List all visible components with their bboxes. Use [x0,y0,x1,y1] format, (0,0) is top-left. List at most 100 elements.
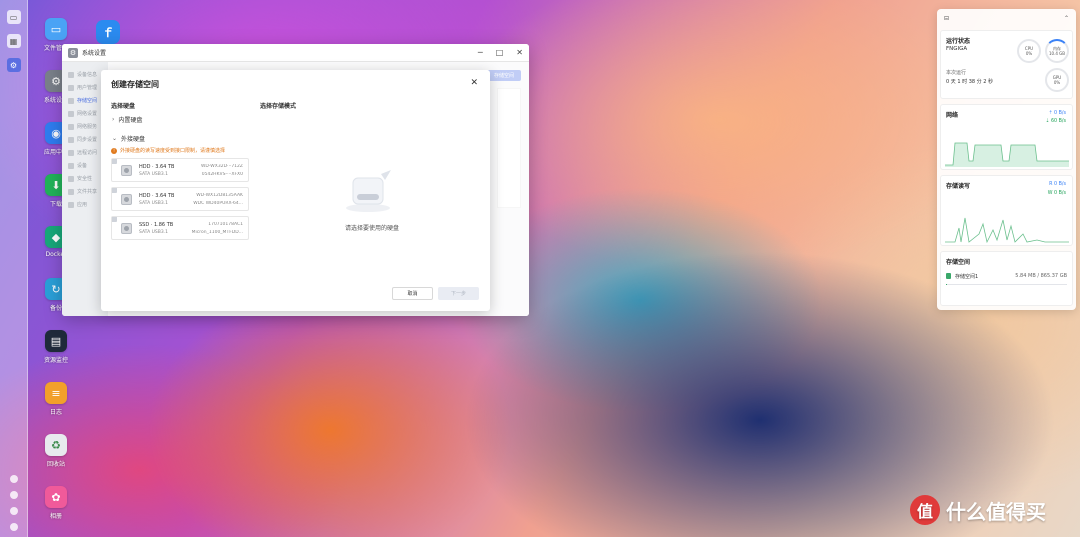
storage-usage-fill [946,283,947,285]
panel-header: ⊟ ⌃ [937,9,1076,27]
memory-gauge: 内存 10.4 GB [1045,39,1069,63]
watermark: 值 什么值得买 [910,495,1046,525]
status-title: 运行状态 [946,38,971,45]
sidebar-item-label: 远程访问 [77,150,98,156]
app-glyph-icon: ≡ [45,382,67,404]
cpu-gauge: CPU 0% [1017,39,1041,63]
gpu-value: 0% [1053,80,1061,85]
sidebar-item-icon [68,71,74,78]
disk-serial: WD-WX12D8135AAK [196,193,243,198]
sidebar-item-icon [68,201,74,208]
sidebar-item-icon [68,97,74,104]
disk-card[interactable]: SSD · 1.86 TB SATA USB3.1 170710178AC1 Micr… [111,216,249,240]
create-storage-dialog: 创建存储空间 ✕ 选择硬盘 选择存储模式 › 内置硬盘 ⌄ 外接硬盘 ! 外接硬… [101,70,490,311]
sidebar-item-label: 网络设置 [77,111,98,117]
network-title: 网络 [946,112,959,119]
disk-io-title: 存储读写 [946,183,971,190]
gear-icon: ⚙ [68,47,78,58]
app-glyph-icon: ♻ [45,434,67,456]
disk-card[interactable]: HDD · 3.64 TB SATA USB3.1 WD-WX32D···712Z 0… [111,158,249,182]
app-label: 备份 [49,305,62,312]
bell-icon[interactable] [10,491,18,499]
minimize-button[interactable]: ─ [478,48,483,57]
window-titlebar[interactable]: ⚙ 系统设置 ─ □ ✕ [62,44,529,62]
select-mode-label: 选择存储模式 [260,103,297,110]
uptime-value: 0 天 1 时 38 分 2 秒 [946,79,994,85]
disk-select-corner [112,217,117,222]
cancel-button[interactable]: 取消 [392,287,433,300]
disk-model: WDC WD40PURX-64... [193,201,243,206]
close-icon[interactable]: ✕ [470,78,478,88]
internal-disk-group[interactable]: › 内置硬盘 [112,115,142,124]
read-rate: R 0 B/s [1049,182,1066,187]
write-rate: W 0 B/s [1047,191,1066,196]
storage-pool-name: 存储空间1 [955,273,979,280]
close-window-button[interactable]: ✕ [516,48,523,57]
external-disk-label: 外接硬盘 [121,136,146,143]
app-label: 回收站 [46,461,65,468]
app-glyph-icon: ▤ [45,330,67,352]
external-disk-group[interactable]: ⌄ 外接硬盘 [112,134,145,143]
storage-pool-icon [946,273,951,279]
upload-rate: 0 B/s [1054,111,1066,116]
select-disk-label: 选择硬盘 [111,103,136,110]
gpu-gauge: GPU 0% [1045,68,1069,92]
sidebar-item-icon [68,136,74,143]
app-label: 日志 [49,409,62,416]
warning-text: 外接硬盘的读写速度受到接口限制，请谨慎选择 [120,148,226,154]
desktop-app-icon[interactable]: ≡ 日志 [36,382,76,434]
hard-disk-icon [121,194,132,205]
left-dock: ▭ ▦ ⚙ [0,0,28,537]
widget-panel: ⊟ ⌃ 运行状态 FNGIGA CPU 0% 内存 10.4 GB GPU 0%… [937,9,1076,310]
window-title: 系统设置 [82,50,107,57]
watermark-logo: 值 [910,495,940,525]
desktop-app-icon[interactable]: ♻ 回收站 [36,434,76,486]
notification-icon[interactable] [10,475,18,483]
extra-app-icon[interactable]: ｆ [96,20,120,44]
disk-select-corner [112,188,117,193]
storage-pool-row[interactable]: 存储空间1 5.84 MB / 865.37 GB [946,271,1067,285]
app-label: 资源监控 [43,357,68,364]
sidebar-item-label: 用户管理 [77,85,98,91]
warning-icon: ! [111,147,117,154]
user-icon[interactable] [10,507,18,515]
storage-title: 存储空间 [946,259,971,266]
chevron-down-icon: ⌄ [112,135,118,142]
internal-disk-label: 内置硬盘 [118,117,143,124]
storage-pool-size: 5.84 MB / 865.37 GB [1015,273,1067,279]
app-label: 下载 [49,201,62,208]
settings-dock-icon[interactable]: ⚙ [6,58,21,72]
status-widget: 运行状态 FNGIGA CPU 0% 内存 10.4 GB GPU 0% 本次运… [940,30,1073,99]
app-label: 相册 [49,513,62,520]
collapse-icon[interactable]: ⌃ [1064,15,1069,22]
uptime-label: 本次运行 [946,70,967,76]
network-upload: ⇡ 0 B/s [1048,111,1066,116]
download-rate: 60 B/s [1050,119,1066,124]
disk-card[interactable]: HDD · 3.64 TB SATA USB3.1 WD-WX12D8135AAK W… [111,187,249,211]
dock-bottom [0,467,28,531]
maximize-button[interactable]: □ [496,48,504,57]
desktop-icon[interactable]: ▭ [6,10,21,24]
sidebar-item-label: 安全性 [77,176,93,182]
next-button[interactable]: 下一步 [438,287,479,300]
dialog-title: 创建存储空间 [111,80,159,89]
disk-io-widget: 存储读写 R 0 B/s W 0 B/s [940,175,1073,246]
apps-grid-icon[interactable]: ▦ [6,34,21,48]
network-download: ⇣ 60 B/s [1045,119,1066,124]
panel-menu-icon[interactable]: ⊟ [944,15,949,22]
desktop-app-icon[interactable]: ✿ 相册 [36,486,76,537]
power-icon[interactable] [10,523,18,531]
host-name: FNGIGA [946,46,968,52]
disk-io-sparkline [945,217,1069,244]
sidebar-item-icon [68,84,74,91]
hard-disk-icon [121,165,132,176]
disk-interface: SATA USB3.1 [139,201,168,206]
sidebar-item-icon [68,162,74,169]
network-sparkline [945,142,1069,167]
disk-name: HDD · 3.64 TB [139,164,175,170]
sidebar-item-icon [68,188,74,195]
memory-value: 10.4 GB [1048,51,1066,56]
desktop-app-icon[interactable]: ▤ 资源监控 [36,330,76,382]
disk-name: HDD · 3.64 TB [139,193,175,199]
app-glyph-icon: ✿ [45,486,67,508]
